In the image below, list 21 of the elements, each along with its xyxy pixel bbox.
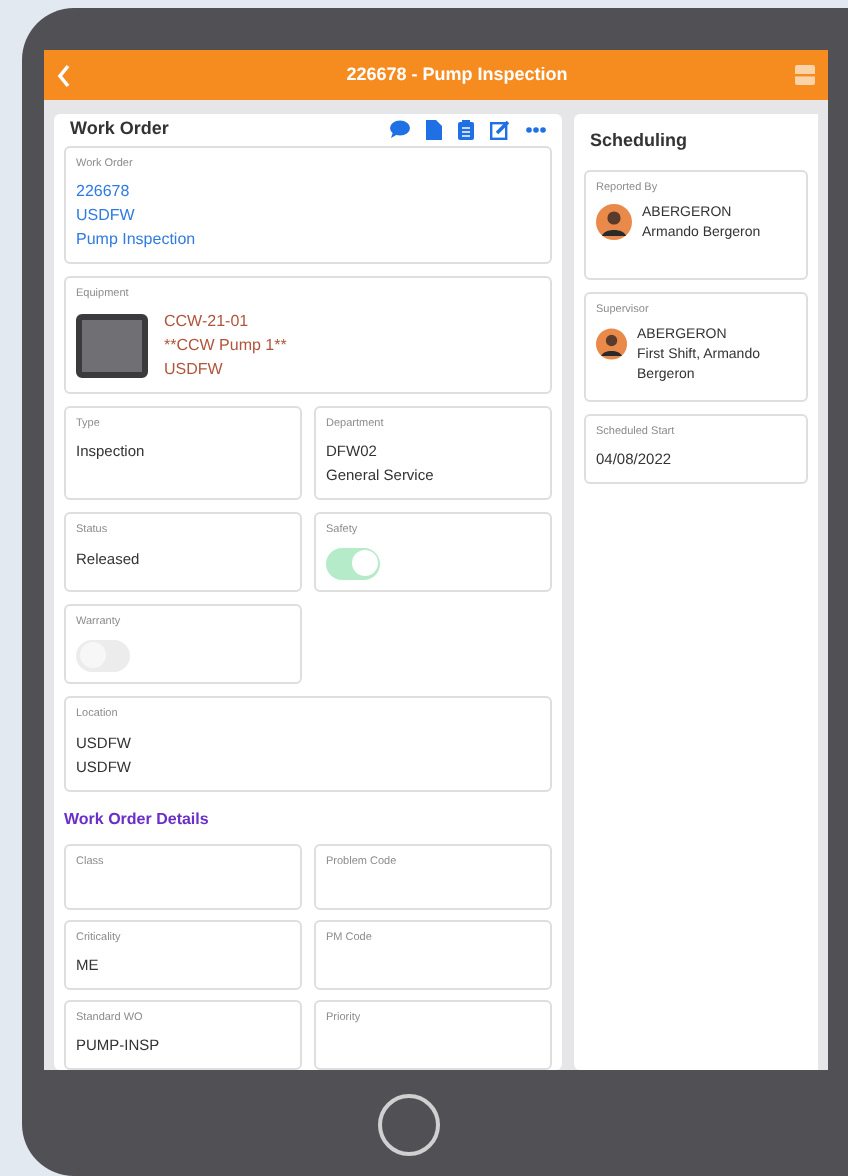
back-icon[interactable] [56,63,72,87]
comment-icon[interactable] [390,120,410,139]
home-button[interactable] [377,1094,439,1156]
avatar-icon [596,326,628,363]
link-text[interactable]: Pump Inspection [76,227,540,252]
equipment-text[interactable]: USDFW [164,358,287,382]
equipment-text[interactable]: CCW-21-01 [164,310,287,334]
section-heading: Work Order Details [64,807,211,831]
more-icon[interactable] [526,125,546,134]
screen-title: 226678 - Pump Inspection [344,61,570,88]
link-text[interactable]: 226678 [76,179,540,204]
card-title: Scheduling [588,128,690,155]
photo-placeholder [76,314,148,378]
edit-icon[interactable] [490,119,510,140]
toggle-switch[interactable] [326,547,380,579]
equipment-text[interactable]: **CCW Pump 1** [164,334,287,358]
document-icon[interactable] [426,119,442,140]
clipboard-icon[interactable] [458,119,474,140]
avatar-icon [596,204,632,241]
card-title: Work Order [70,116,171,142]
link-text[interactable]: USDFW [76,203,540,228]
